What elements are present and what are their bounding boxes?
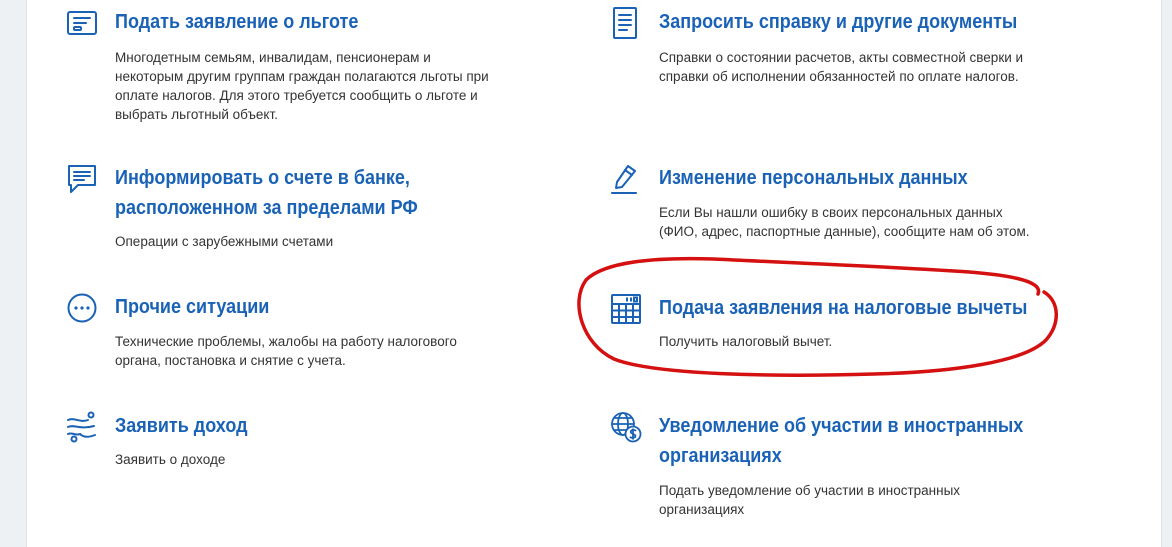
service-description: Заявить о доходе bbox=[115, 452, 226, 467]
service-title[interactable]: Запросить справку и другие документы bbox=[659, 7, 1017, 37]
message-icon bbox=[66, 163, 98, 195]
service-description: Получить налоговый вычет. bbox=[659, 334, 833, 349]
globe-dollar-icon bbox=[610, 411, 642, 443]
document-list-icon bbox=[610, 7, 642, 39]
service-title[interactable]: Уведомление об участии в иностранных орг… bbox=[659, 411, 1023, 471]
service-title[interactable]: Прочие ситуации bbox=[115, 292, 269, 322]
service-description: Справки о состоянии расчетов, акты совме… bbox=[659, 50, 1024, 84]
money-flow-icon bbox=[66, 411, 98, 443]
service-title[interactable]: Изменение персональных данных bbox=[659, 163, 968, 193]
service-description: Технические проблемы, жалобы на работу н… bbox=[115, 334, 457, 368]
service-title[interactable]: Подача заявления на налоговые вычеты bbox=[659, 293, 1027, 323]
pencil-icon bbox=[610, 163, 642, 195]
service-description: Если Вы нашли ошибку в своих персональны… bbox=[659, 205, 1030, 239]
service-title[interactable]: Заявить доход bbox=[115, 411, 248, 441]
service-description: Многодетным семьям, инвалидам, пенсионер… bbox=[115, 50, 489, 122]
calculator-icon bbox=[610, 293, 642, 325]
service-title[interactable]: Информировать о счете в банке, расположе… bbox=[115, 163, 418, 223]
service-description: Подать уведомление об участии в иностран… bbox=[659, 483, 961, 517]
document-form-icon bbox=[66, 7, 98, 39]
service-title[interactable]: Подать заявление о льготе bbox=[115, 7, 358, 37]
ellipsis-circle-icon bbox=[66, 292, 98, 324]
service-description: Операции с зарубежными счетами bbox=[115, 234, 334, 249]
